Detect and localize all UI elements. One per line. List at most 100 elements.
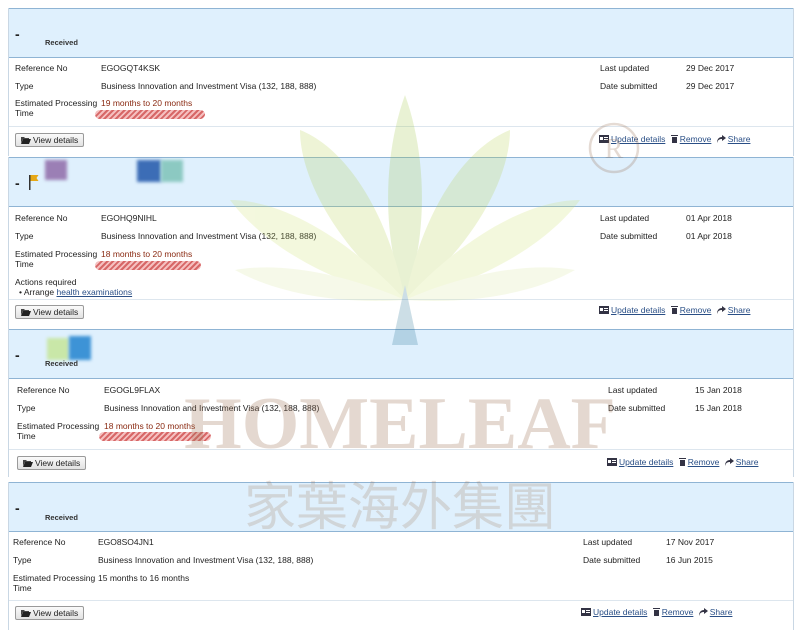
id-card-icon (607, 458, 617, 468)
view-details-button[interactable]: View details (15, 133, 85, 147)
folder-open-icon (23, 458, 33, 470)
reference-label: Reference No (15, 63, 68, 73)
collapse-toggle[interactable]: - (15, 500, 20, 516)
last-updated-value: 17 Nov 2017 (666, 537, 715, 547)
reference-label: Reference No (13, 537, 66, 547)
card-actions: Update details Remove Share (599, 305, 750, 316)
reference-value: EGOGQT4KSK (101, 63, 161, 73)
card-actions: Update details Remove Share (581, 607, 732, 618)
type-label: Type (17, 403, 36, 413)
redacted-block (45, 160, 67, 180)
redacted-block (161, 160, 183, 182)
last-updated-label: Last updated (600, 63, 650, 73)
processing-label: Estimated Processing Time (17, 421, 100, 441)
status-label: Received (45, 513, 78, 522)
card-actions: Update details Remove Share (599, 134, 750, 145)
remove-link[interactable]: Remove (652, 607, 693, 618)
last-updated-value: 29 Dec 2017 (686, 63, 735, 73)
type-label: Type (15, 231, 34, 241)
processing-label: Estimated Processing Time (15, 98, 98, 118)
view-details-label: View details (35, 458, 81, 468)
share-link[interactable]: Share (724, 457, 758, 468)
collapse-toggle[interactable]: - (15, 26, 20, 42)
action-item: • Arrange health examinations (19, 287, 133, 297)
reference-label: Reference No (17, 385, 70, 395)
update-details-link[interactable]: Update details (599, 305, 665, 315)
reference-value: EGO8SO4JN1 (98, 537, 154, 547)
update-details-link[interactable]: Update details (581, 607, 647, 617)
redaction-scribble (95, 110, 205, 119)
update-details-link[interactable]: Update details (607, 457, 673, 467)
date-submitted-label: Date submitted (608, 403, 666, 413)
reference-value: EGOHQ9NIHL (101, 213, 157, 223)
type-label: Type (13, 555, 32, 565)
status-label: Received (45, 359, 78, 368)
trash-icon (652, 608, 660, 618)
share-link[interactable]: Share (716, 134, 750, 145)
collapse-toggle[interactable]: - (15, 347, 20, 363)
view-details-button[interactable]: View details (15, 606, 85, 620)
application-card-3: - Received Reference No EGOGL9FLAX Last … (8, 329, 794, 477)
type-value: Business Innovation and Investment Visa … (104, 403, 320, 413)
processing-value: 18 months to 20 months (104, 421, 196, 431)
view-details-button[interactable]: View details (17, 456, 87, 470)
processing-value: 15 months to 16 months (98, 573, 190, 583)
view-details-label: View details (33, 307, 79, 317)
health-examinations-link[interactable]: health examinations (57, 287, 133, 297)
trash-icon (678, 458, 686, 468)
trash-icon (670, 306, 678, 316)
card-header[interactable]: - Received (9, 329, 793, 379)
status-label: Received (45, 38, 78, 47)
card-actions: Update details Remove Share (607, 457, 758, 468)
application-card-2: - Reference No EGOHQ9NIHL Last updated 0… (8, 157, 794, 329)
type-value: Business Innovation and Investment Visa … (98, 555, 314, 565)
view-details-button[interactable]: View details (15, 305, 85, 319)
redaction-scribble (95, 261, 201, 270)
date-submitted-value: 15 Jan 2018 (695, 403, 742, 413)
last-updated-label: Last updated (608, 385, 658, 395)
redacted-block (47, 338, 69, 360)
share-link[interactable]: Share (716, 305, 750, 315)
last-updated-label: Last updated (583, 537, 633, 547)
date-submitted-value: 29 Dec 2017 (686, 81, 735, 91)
update-details-link[interactable]: Update details (599, 134, 665, 144)
trash-icon (670, 135, 678, 145)
reference-label: Reference No (15, 213, 68, 223)
folder-open-icon (21, 608, 31, 620)
processing-label: Estimated Processing Time (13, 573, 96, 593)
remove-link[interactable]: Remove (678, 457, 719, 468)
remove-link[interactable]: Remove (670, 305, 711, 316)
date-submitted-value: 01 Apr 2018 (686, 231, 732, 241)
id-card-icon (599, 135, 609, 145)
share-arrow-icon (698, 608, 708, 618)
remove-link[interactable]: Remove (670, 134, 711, 145)
view-details-label: View details (33, 135, 79, 145)
date-submitted-label: Date submitted (600, 231, 658, 241)
share-arrow-icon (716, 135, 726, 145)
application-card-1: - Received Reference No EGOGQT4KSK Last … (8, 8, 794, 156)
reference-value: EGOGL9FLAX (104, 385, 161, 395)
type-value: Business Innovation and Investment Visa … (101, 231, 317, 241)
collapse-toggle[interactable]: - (15, 175, 20, 191)
card-header[interactable]: - Received (9, 482, 793, 532)
redacted-block (137, 160, 161, 182)
share-arrow-icon (724, 458, 734, 468)
processing-value: 18 months to 20 months (101, 249, 193, 259)
card-header[interactable]: - (9, 157, 793, 207)
share-link[interactable]: Share (698, 607, 732, 618)
date-submitted-label: Date submitted (583, 555, 641, 565)
folder-open-icon (21, 135, 31, 147)
actions-required-label: Actions required (15, 277, 77, 287)
redacted-block (69, 336, 91, 360)
view-details-label: View details (33, 608, 79, 618)
last-updated-value: 01 Apr 2018 (686, 213, 732, 223)
flag-icon (28, 174, 40, 190)
type-label: Type (15, 81, 34, 91)
type-value: Business Innovation and Investment Visa … (101, 81, 317, 91)
redaction-scribble (99, 432, 211, 441)
id-card-icon (581, 608, 591, 618)
id-card-icon (599, 306, 609, 316)
last-updated-label: Last updated (600, 213, 650, 223)
card-header[interactable]: - Received (9, 8, 793, 58)
processing-label: Estimated Processing Time (15, 249, 98, 269)
